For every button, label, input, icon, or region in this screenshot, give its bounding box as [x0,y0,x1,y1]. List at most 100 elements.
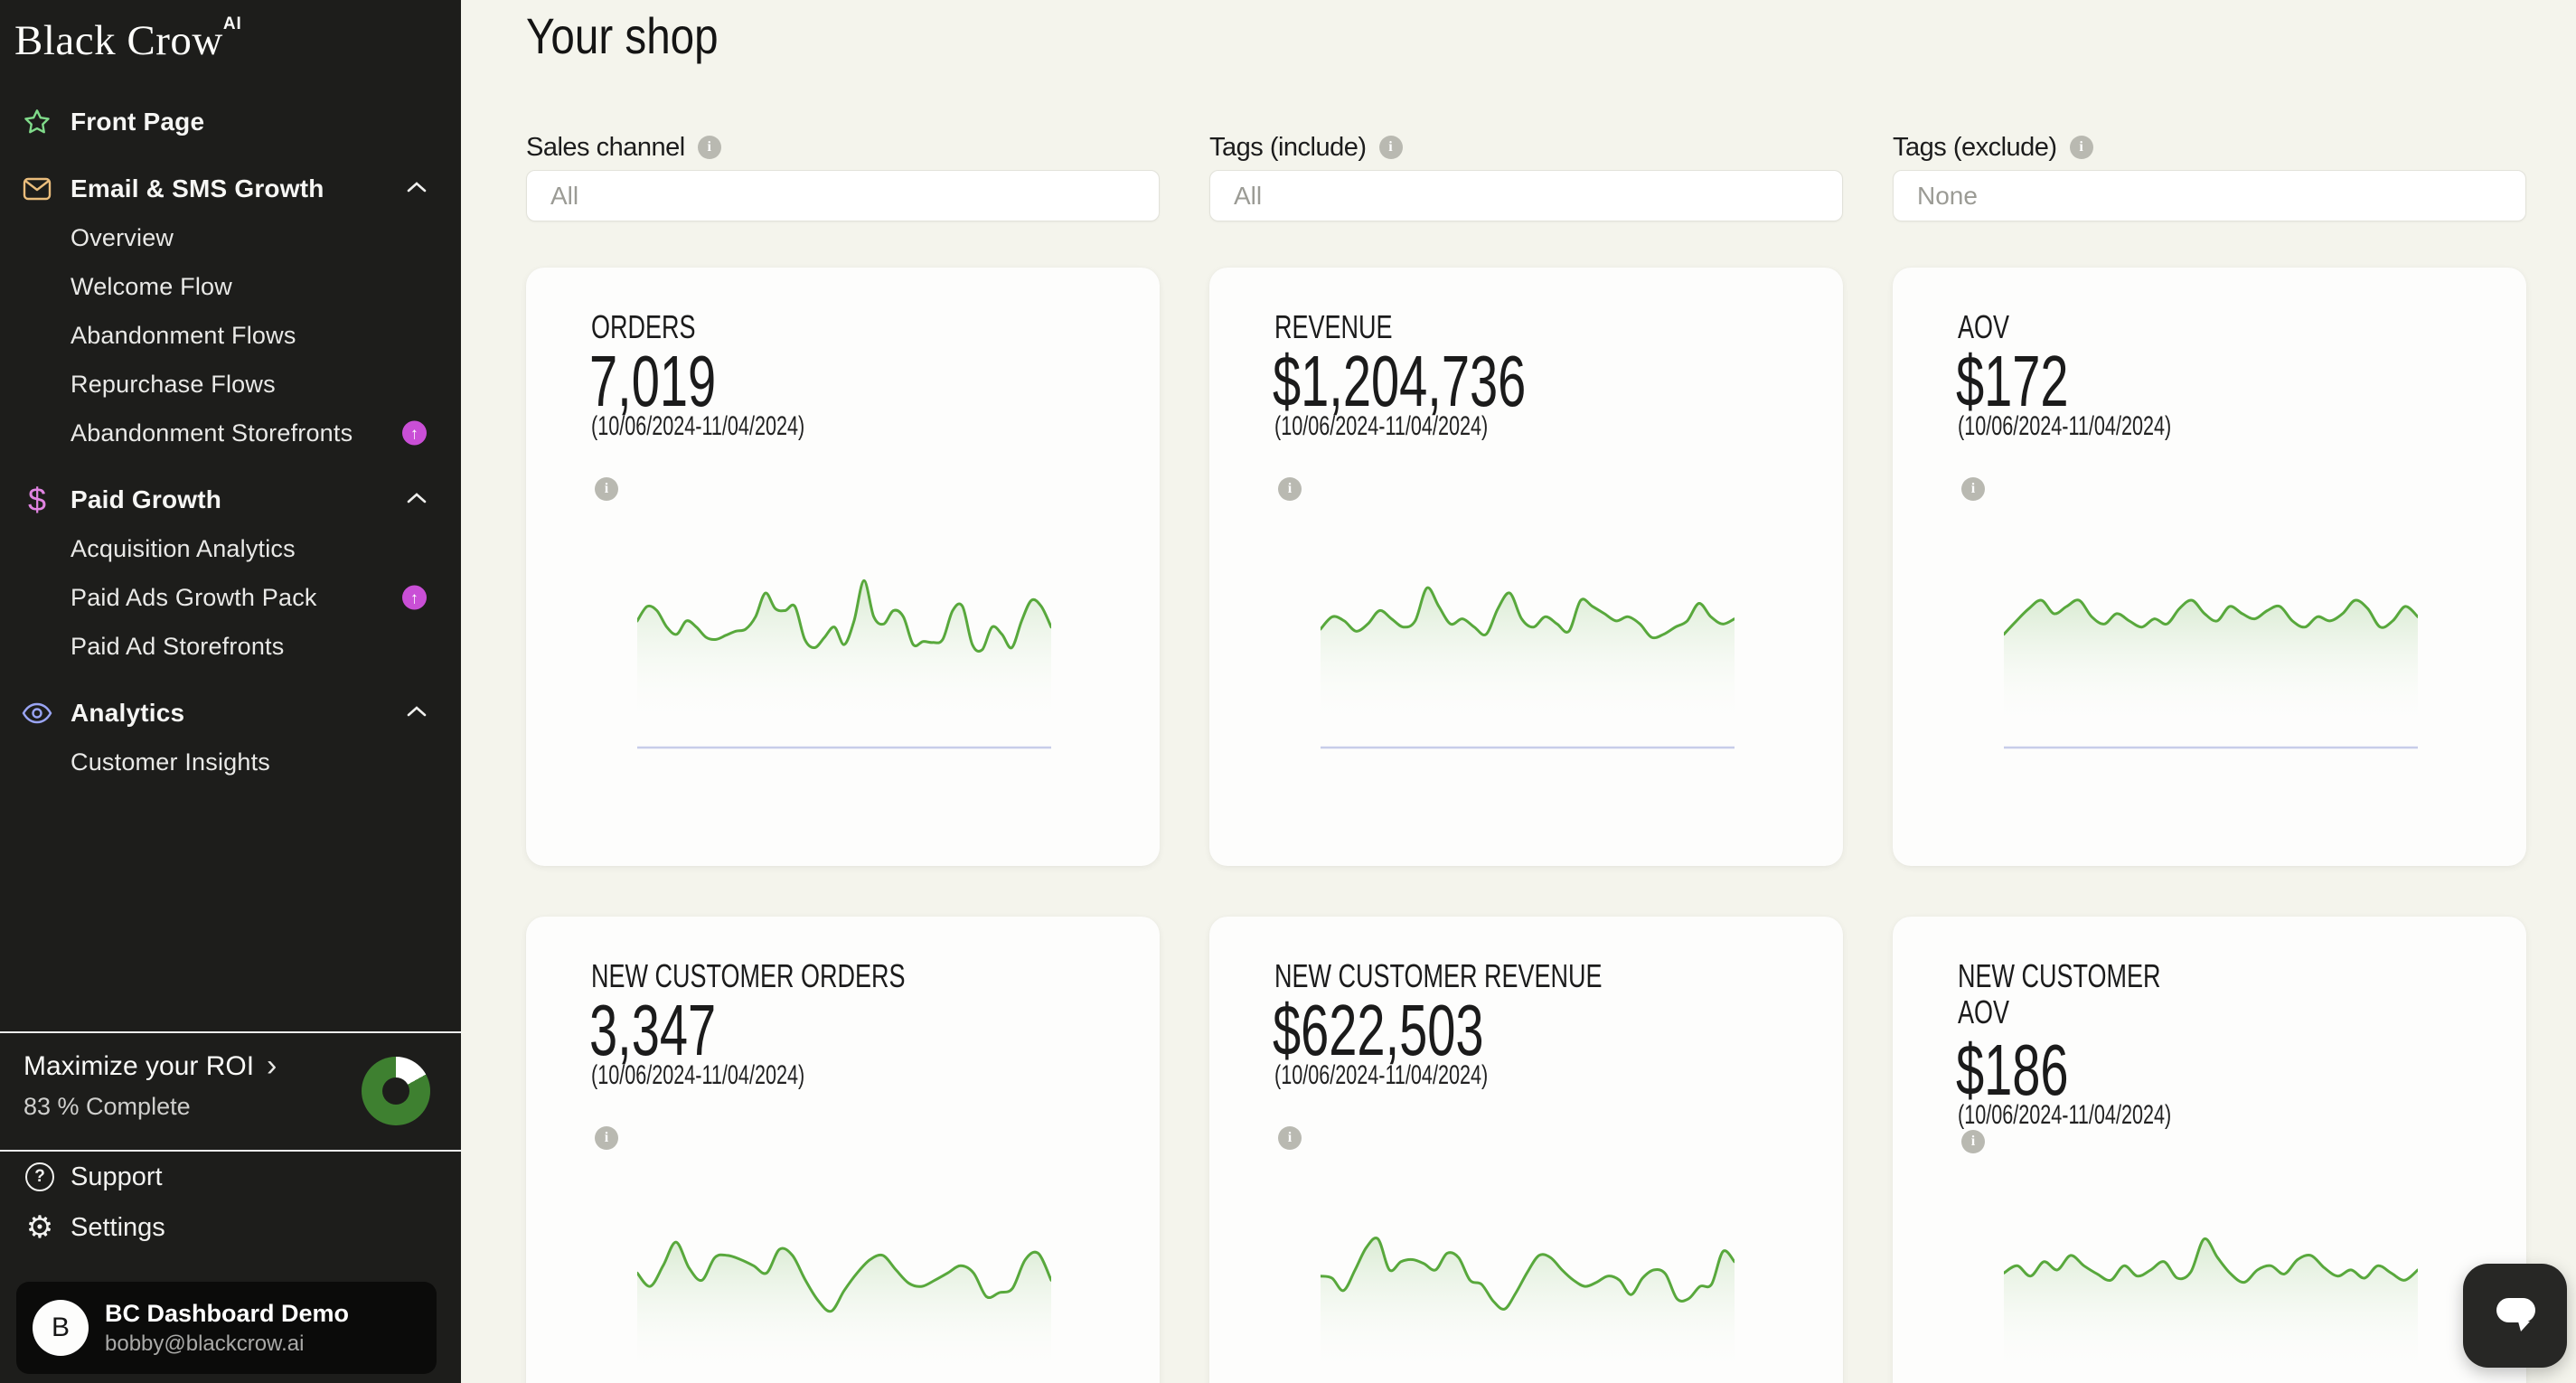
sidebar-item-email-sms-growth[interactable]: Email & SMS Growth [0,165,461,213]
user-name: BC Dashboard Demo [105,1299,350,1327]
chevron-up-icon[interactable] [407,705,427,721]
filter-tags-include: Tags (include) i [1209,132,1843,221]
card-date-range: (10/06/2024-11/04/2024) [1274,1060,1489,1090]
sidebar-item-front-page[interactable]: Front Page [0,98,461,146]
sidebar-item-welcome-flow[interactable]: Welcome Flow [0,262,461,311]
info-icon[interactable]: i [595,1126,618,1150]
info-icon[interactable]: i [697,136,721,159]
card-date-range: (10/06/2024-11/04/2024) [591,411,805,441]
chevron-up-icon[interactable] [407,181,427,197]
brand-ai-sup: AI [222,14,242,33]
user-email: bobby@blackcrow.ai [105,1331,305,1356]
chat-bubble-icon [2487,1284,2544,1347]
sidebar-item-abandonment-flows[interactable]: Abandonment Flows [0,311,461,360]
chevron-right-icon: › [267,1049,277,1084]
brand-logo[interactable]: Black CrowAI [14,14,242,65]
sparkline-chart [1321,586,1735,749]
sidebar-bottom: Maximize your ROI › 83 % Complete ? Supp… [0,1031,461,1383]
card-value: 3,347 [589,990,717,1070]
tags-exclude-input[interactable] [1893,170,2526,221]
card-new-customer-orders: NEW CUSTOMER ORDERS 3,347 (10/06/2024-11… [526,917,1160,1383]
chat-widget-button[interactable] [2463,1264,2567,1368]
settings-label: Settings [71,1212,165,1242]
sidebar-item-repurchase-flows[interactable]: Repurchase Flows [0,360,461,409]
card-value: 7,019 [589,341,717,421]
card-new-customer-aov: NEW CUSTOMER AOV $186 (10/06/2024-11/04/… [1893,917,2526,1383]
sparkline-chart [637,579,1051,749]
sidebar-item-abandonment-storefronts[interactable]: Abandonment Storefronts ↑ [0,409,461,457]
card-date-range: (10/06/2024-11/04/2024) [591,1060,805,1090]
sidebar-item-label: Acquisition Analytics [71,534,296,562]
sparkline-chart [637,1240,1051,1383]
user-account-card[interactable]: B BC Dashboard Demo bobby@blackcrow.ai [16,1282,437,1374]
gear-icon: ⚙ [25,1209,54,1246]
settings-button[interactable]: ⚙ Settings [0,1202,461,1253]
card-title: NEW CUSTOMER REVENUE [1274,957,1603,994]
roi-title: Maximize your ROI [24,1051,255,1081]
tags-include-label: Tags (include) [1209,132,1367,162]
filter-tags-exclude: Tags (exclude) i [1893,132,2526,221]
support-label: Support [71,1162,163,1191]
sidebar-item-label: Paid Ad Storefronts [71,632,285,660]
sidebar-item-label: Paid Growth [71,485,222,513]
sidebar-item-label: Abandonment Storefronts [71,419,353,447]
sparkline-chart [1321,1237,1735,1383]
metric-cards-grid: ORDERS 7,019 (10/06/2024-11/04/2024) i R… [526,268,2576,1383]
upgrade-arrow-badge: ↑ [402,585,427,610]
card-value: $172 [1956,341,2069,421]
sparkline-chart [2004,1237,2418,1383]
sidebar-item-customer-insights[interactable]: Customer Insights [0,738,461,786]
support-button[interactable]: ? Support [0,1152,461,1202]
main-content: Your shop Sales channel i Tags (include)… [461,0,2576,1383]
info-icon[interactable]: i [595,477,618,501]
card-value: $1,204,736 [1273,341,1527,421]
sidebar-nav: Front Page Email & SMS Growth Overview W… [0,98,461,786]
card-title: NEW CUSTOMER ORDERS [591,957,906,994]
sidebar-item-label: Front Page [71,108,205,136]
sidebar-item-label: Overview [71,223,174,251]
card-value: $186 [1956,1030,2069,1110]
card-revenue: REVENUE $1,204,736 (10/06/2024-11/04/202… [1209,268,1843,866]
question-icon: ? [24,1161,56,1193]
upgrade-arrow-badge: ↑ [402,420,427,446]
sales-channel-input[interactable] [526,170,1160,221]
info-icon[interactable]: i [2069,136,2093,159]
card-date-range: (10/06/2024-11/04/2024) [1274,411,1489,441]
info-icon[interactable]: i [1378,136,1403,159]
card-aov: AOV $172 (10/06/2024-11/04/2024) i [1893,268,2526,866]
page-title: Your shop [526,7,719,64]
info-icon[interactable]: i [1278,477,1302,501]
card-title: NEW CUSTOMER AOV [1958,957,2161,1030]
chevron-up-icon[interactable] [407,492,427,508]
roi-progress-donut [362,1057,430,1125]
sidebar-item-analytics[interactable]: Analytics [0,689,461,738]
sidebar-item-label: Repurchase Flows [71,370,276,398]
sidebar-item-paid-ads-growth-pack[interactable]: Paid Ads Growth Pack ↑ [0,573,461,622]
filter-sales-channel: Sales channel i [526,132,1160,221]
sidebar-item-acquisition-analytics[interactable]: Acquisition Analytics [0,524,461,573]
card-title: ORDERS [591,308,696,345]
avatar: B [33,1300,89,1356]
sidebar-item-label: Customer Insights [71,748,270,776]
card-title: REVENUE [1274,308,1393,345]
card-value: $622,503 [1273,990,1484,1070]
sidebar-item-paid-ad-storefronts[interactable]: Paid Ad Storefronts [0,622,461,671]
tags-exclude-label: Tags (exclude) [1893,132,2057,162]
sidebar-item-paid-growth[interactable]: $ Paid Growth [0,475,461,524]
info-icon[interactable]: i [1278,1126,1302,1150]
card-new-customer-revenue: NEW CUSTOMER REVENUE $622,503 (10/06/202… [1209,917,1843,1383]
card-title: AOV [1958,308,2010,345]
sidebar-item-label: Abandonment Flows [71,321,296,349]
sidebar-item-overview[interactable]: Overview [0,213,461,262]
dollar-icon: $ [27,481,47,518]
sidebar-item-label: Welcome Flow [71,272,232,300]
info-icon[interactable]: i [1961,1130,1985,1153]
tags-include-input[interactable] [1209,170,1843,221]
sidebar-item-label: Paid Ads Growth Pack [71,583,317,611]
maximize-roi-link[interactable]: Maximize your ROI › 83 % Complete [0,1033,461,1150]
info-icon[interactable]: i [1961,477,1985,501]
card-date-range: (10/06/2024-11/04/2024) [1958,411,2172,441]
sidebar: Black CrowAI Front Page Email & SMS Grow… [0,0,461,1383]
eye-icon [22,698,52,729]
card-orders: ORDERS 7,019 (10/06/2024-11/04/2024) i [526,268,1160,866]
